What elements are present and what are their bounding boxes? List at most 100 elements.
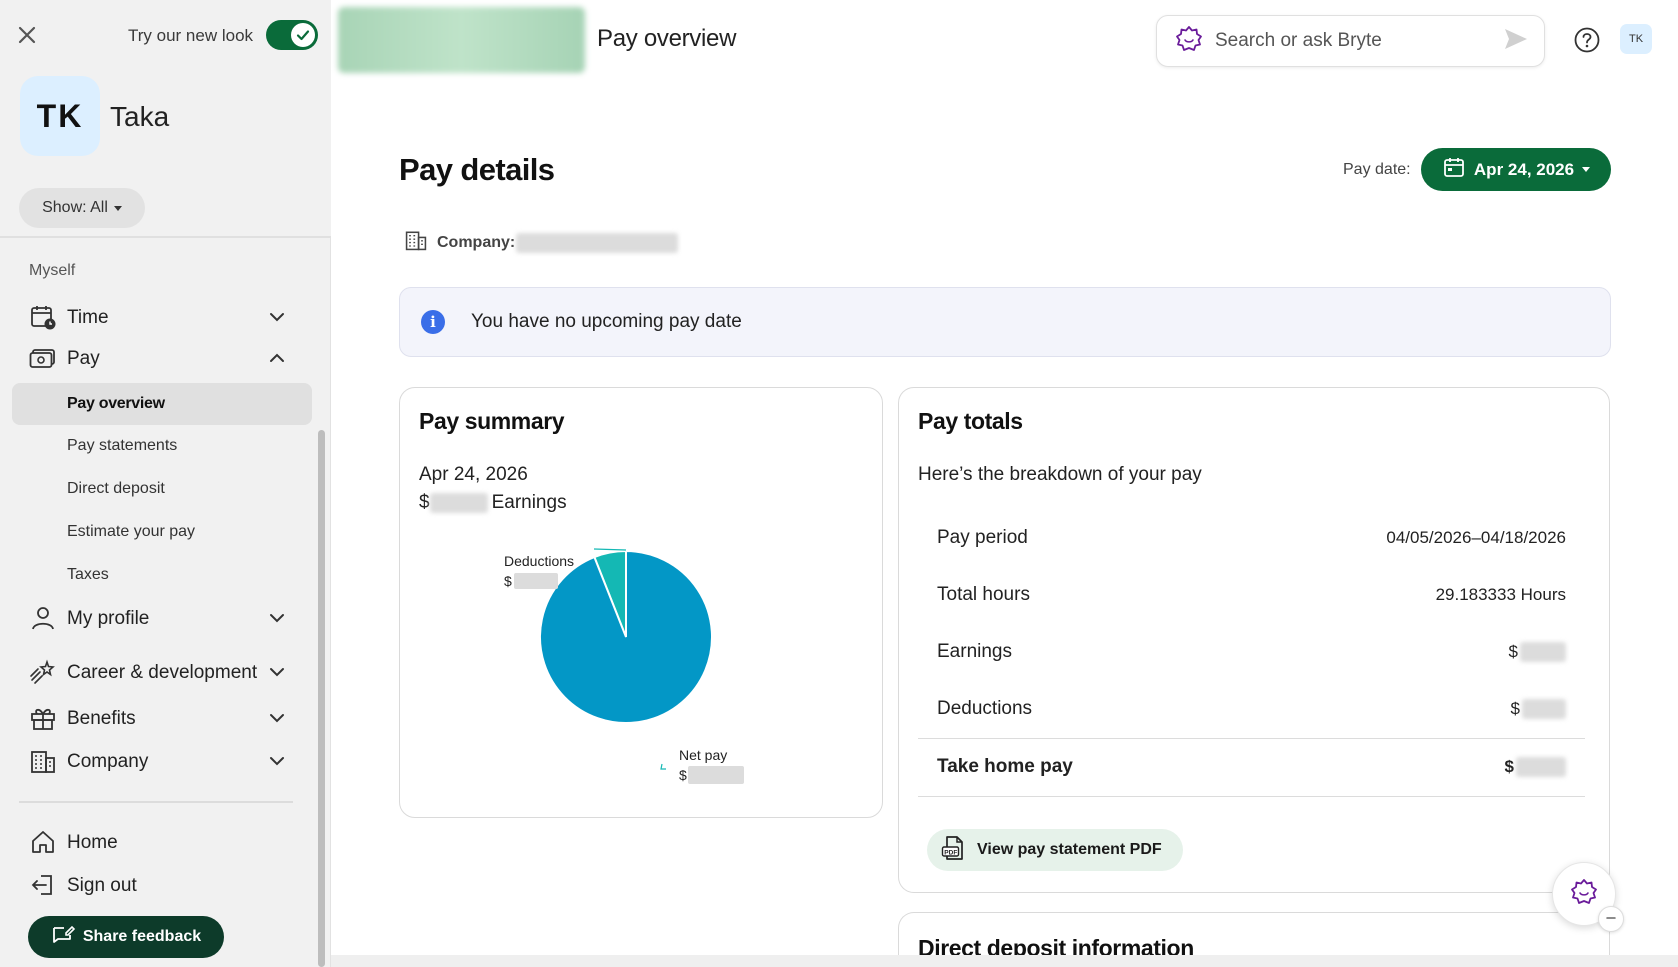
row-value-wrap: $: [1505, 757, 1566, 777]
pay-summary-card: Pay summary Apr 24, 2026 $ Earnings Dedu…: [399, 387, 883, 818]
amount-redacted: [1516, 757, 1566, 777]
building-icon: [404, 228, 428, 257]
caret-down-icon: [113, 205, 122, 211]
svg-text:PDF: PDF: [944, 849, 957, 856]
net-pay-amount-redacted: [688, 766, 744, 784]
info-icon: i: [421, 310, 445, 334]
sidebar-subitem-pay-statements[interactable]: Pay statements: [12, 425, 312, 467]
row-value: $: [1508, 642, 1518, 661]
help-icon[interactable]: [1573, 26, 1601, 59]
earnings-label: Earnings: [491, 492, 567, 513]
send-icon[interactable]: [1502, 25, 1530, 58]
calendar-clock-icon: [28, 302, 58, 332]
sidebar-item-home[interactable]: Home: [28, 824, 288, 860]
earnings-row: Earnings $: [918, 624, 1585, 680]
sidebar-scrollbar[interactable]: [318, 430, 325, 967]
bryte-ai-icon: [1570, 878, 1598, 911]
sidebar-item-time[interactable]: Time: [28, 299, 288, 335]
view-pdf-label: View pay statement PDF: [977, 841, 1162, 858]
pay-pie-chart: Deductions $ Net pay $: [400, 528, 884, 788]
close-icon[interactable]: [14, 22, 40, 48]
amount-redacted: [1522, 699, 1566, 719]
pie-slice-net-pay: [539, 549, 713, 724]
currency-symbol: $: [419, 492, 430, 513]
search-placeholder: Search or ask Bryte: [1215, 30, 1382, 51]
deductions-amount-redacted: [514, 573, 558, 589]
sidebar-subitem-pay-overview[interactable]: Pay overview: [12, 383, 312, 425]
sidebar-item-benefits[interactable]: Benefits: [28, 700, 288, 736]
money-icon: [28, 343, 58, 373]
pdf-file-icon: PDF: [941, 835, 967, 866]
share-feedback-button[interactable]: Share feedback: [28, 916, 224, 958]
sidebar-item-label: Career & development: [67, 661, 258, 683]
shooting-star-icon: [28, 657, 58, 687]
sidebar-item-label: Home: [67, 831, 118, 853]
deductions-leader-line: [593, 548, 627, 551]
sidebar-item-label: Pay: [67, 347, 100, 369]
pay-summary-date: Apr 24, 2026: [419, 464, 528, 485]
view-pdf-button[interactable]: PDF View pay statement PDF: [927, 829, 1183, 871]
pay-totals-card: Pay totals Here’s the breakdown of your …: [898, 387, 1610, 893]
chevron-down-icon: [266, 750, 288, 772]
share-feedback-label: Share feedback: [82, 928, 202, 945]
sidebar-item-label: My profile: [67, 607, 150, 629]
user-avatar: TK: [20, 76, 100, 156]
user-name: Taka: [110, 101, 170, 132]
chevron-down-icon: [266, 661, 288, 683]
company-label: Company:: [437, 233, 516, 251]
sidebar-subitem-taxes[interactable]: Taxes: [12, 554, 312, 596]
building-icon: [28, 746, 58, 776]
net-pay-leader-line: [660, 763, 666, 770]
row-value: 04/05/2026–04/18/2026: [1386, 528, 1566, 547]
search-input[interactable]: Search or ask Bryte: [1156, 15, 1545, 67]
earnings-amount-redacted: [429, 493, 488, 513]
row-value: $: [1504, 757, 1514, 776]
sign-out-icon: [28, 870, 58, 900]
pay-date-value: Apr 24, 2026: [1473, 159, 1575, 179]
company-row: Company:: [404, 228, 679, 257]
deductions-label: Deductions: [504, 553, 574, 569]
row-label: Deductions: [937, 698, 1033, 719]
info-banner: i You have no upcoming pay date: [399, 287, 1611, 357]
row-value-wrap: $: [1509, 642, 1566, 662]
row-value-wrap: $: [1511, 699, 1566, 719]
pay-details-title: Pay details: [399, 152, 555, 187]
row-label: Total hours: [937, 584, 1030, 605]
sidebar-item-label: Sign out: [67, 874, 137, 896]
sidebar-item-career-development[interactable]: Career & development: [28, 648, 288, 696]
minimize-assistant-button[interactable]: [1598, 906, 1624, 932]
company-logo-blurred: [338, 7, 585, 73]
deductions-currency: $: [504, 573, 512, 589]
bryte-ai-icon: [1175, 25, 1203, 58]
sidebar-subitem-direct-deposit[interactable]: Direct deposit: [12, 468, 312, 510]
new-look-toggle[interactable]: [266, 20, 318, 50]
deductions-row: Deductions $: [918, 681, 1585, 737]
net-pay-currency: $: [679, 767, 687, 783]
section-label-myself: Myself: [29, 262, 76, 279]
pay-date-selector[interactable]: Apr 24, 2026: [1421, 148, 1611, 191]
row-label: Pay period: [937, 527, 1028, 548]
try-new-look-label: Try our new look: [128, 26, 254, 45]
sidebar-item-sign-out[interactable]: Sign out: [28, 867, 288, 903]
sidebar-item-company[interactable]: Company: [28, 743, 288, 779]
gift-icon: [28, 703, 58, 733]
header-avatar[interactable]: TK: [1620, 24, 1652, 54]
caret-down-icon: [1582, 167, 1591, 172]
sidebar-item-label: Time: [67, 306, 109, 328]
sidebar-subitem-estimate-pay[interactable]: Estimate your pay: [12, 511, 312, 553]
net-pay-label: Net pay: [679, 747, 727, 763]
check-icon: [291, 23, 315, 47]
sidebar-item-pay[interactable]: Pay: [28, 340, 288, 376]
row-value: $: [1510, 699, 1520, 718]
chevron-down-icon: [266, 607, 288, 629]
pay-period-row: Pay period 04/05/2026–04/18/2026: [918, 510, 1585, 566]
pay-summary-title: Pay summary: [419, 408, 565, 434]
sidebar-divider: [19, 801, 293, 803]
pay-totals-subtitle: Here’s the breakdown of your pay: [918, 464, 1202, 485]
company-name-redacted: [516, 232, 679, 253]
show-filter-button[interactable]: Show: All: [19, 188, 145, 228]
sidebar-header: Try our new look TK Taka Show: All: [0, 0, 331, 238]
show-filter-label: Show: All: [42, 199, 108, 216]
sidebar: Try our new look TK Taka Show: All Mysel…: [0, 0, 331, 967]
sidebar-item-my-profile[interactable]: My profile: [28, 600, 288, 636]
